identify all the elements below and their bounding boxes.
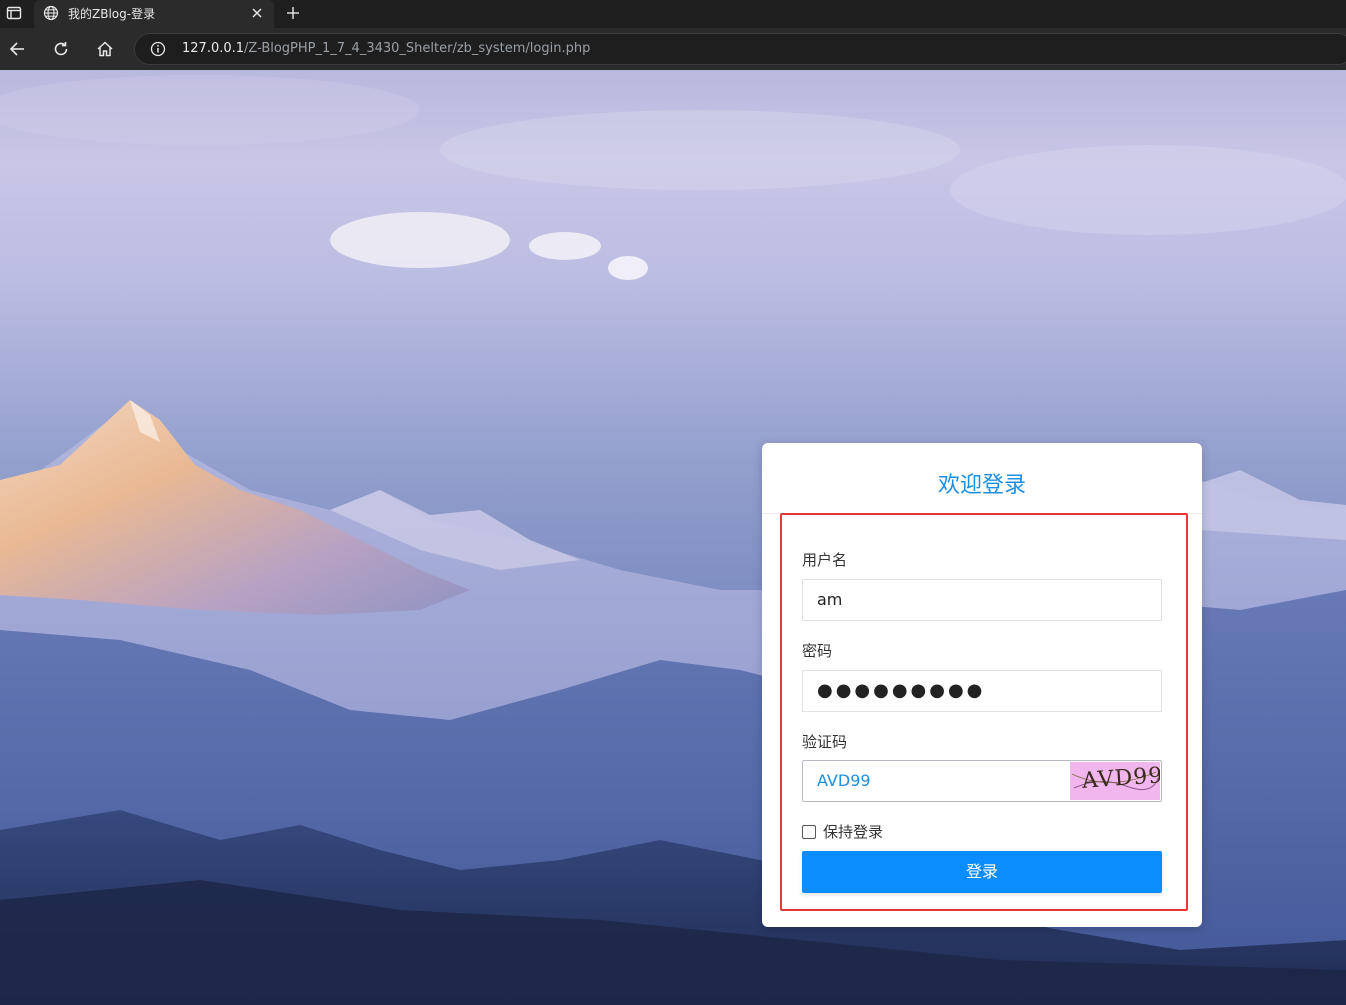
login-title: 欢迎登录 <box>937 473 1026 498</box>
browser-toolbar: 127.0.0.1/Z-BlogPHP_1_7_4_3430_Shelter/z… <box>0 28 1346 70</box>
address-bar[interactable]: 127.0.0.1/Z-BlogPHP_1_7_4_3430_Shelter/z… <box>134 33 1346 65</box>
url-text: 127.0.0.1/Z-BlogPHP_1_7_4_3430_Shelter/z… <box>182 41 590 56</box>
remember-row[interactable]: 保持登录 <box>802 821 883 842</box>
home-icon[interactable] <box>93 37 117 61</box>
tab-panel-icon[interactable] <box>4 3 24 23</box>
close-icon[interactable] <box>248 4 266 22</box>
captcha-image[interactable]: AVD99 <box>1070 762 1160 800</box>
url-host: 127.0.0.1 <box>182 41 245 56</box>
remember-label[interactable]: 保持登录 <box>823 821 883 842</box>
browser-window: 我的ZBlog-登录 127.0.0.1/Z-BlogPHP_1_7_4_343… <box>0 0 1346 1005</box>
url-path: /Z-BlogPHP_1_7_4_3430_Shelter/zb_system/… <box>244 41 591 56</box>
captcha-text: AVD99 <box>1081 763 1160 794</box>
arrow-left-icon[interactable] <box>5 37 29 61</box>
plus-icon[interactable] <box>282 2 304 24</box>
password-label: 密码 <box>802 642 833 660</box>
globe-icon <box>42 4 60 22</box>
info-icon[interactable] <box>149 40 167 58</box>
username-label: 用户名 <box>802 551 848 569</box>
login-card: 欢迎登录 用户名 am 密码 ●●●●●●●●● 验证码 AVD99 AVD99… <box>762 443 1202 927</box>
browser-tab-active[interactable]: 我的ZBlog-登录 <box>34 0 274 28</box>
login-button[interactable]: 登录 <box>802 851 1162 893</box>
page-viewport: 欢迎登录 用户名 am 密码 ●●●●●●●●● 验证码 AVD99 AVD99… <box>0 70 1346 1005</box>
remember-checkbox[interactable] <box>802 824 816 839</box>
tab-strip: 我的ZBlog-登录 <box>0 0 1346 28</box>
captcha-label: 验证码 <box>802 733 848 751</box>
reload-icon[interactable] <box>49 37 73 61</box>
password-input[interactable]: ●●●●●●●●● <box>802 670 1162 712</box>
username-input[interactable]: am <box>802 579 1162 621</box>
tab-title: 我的ZBlog-登录 <box>68 7 156 21</box>
